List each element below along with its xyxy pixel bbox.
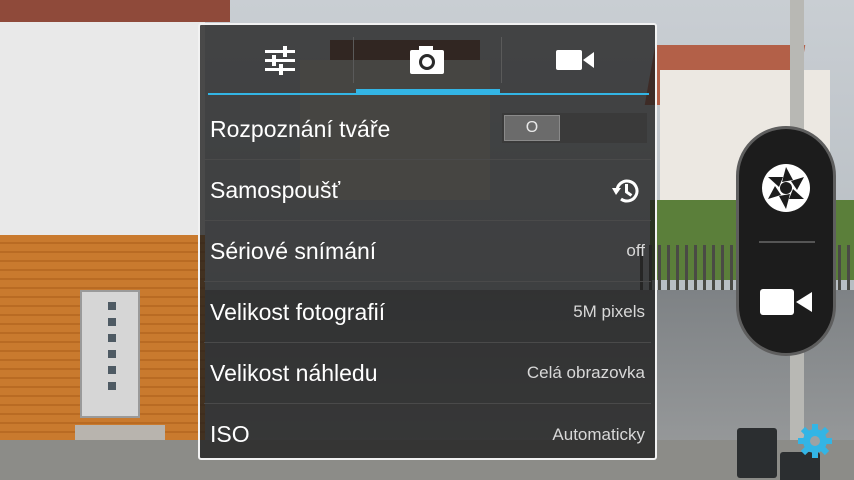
camera-icon [410,46,444,74]
camera-settings-panel: Rozpoznání tváře O Samospoušť Sériové sn… [198,23,657,460]
setting-value: Automaticky [552,424,645,444]
aperture-icon [762,164,810,212]
settings-tabs [200,25,655,97]
setting-value: Celá obrazovka [526,363,645,382]
video-camera-icon [760,289,812,315]
setting-label: Velikost fotografií [210,298,386,325]
viewfinder-door [80,290,140,418]
settings-list: Rozpoznání tváře O Samospoušť Sériové sn… [204,99,651,465]
tab-underline [208,93,649,95]
setting-label: Rozpoznání tváře [210,115,391,142]
setting-label: ISO [210,421,250,447]
tab-photo-settings[interactable] [354,37,500,83]
video-camera-icon [555,50,594,70]
setting-face-detection[interactable]: Rozpoznání tváře O [204,99,651,160]
setting-self-timer[interactable]: Samospoušť [204,160,651,221]
shutter-control [736,126,836,356]
setting-iso[interactable]: ISO Automaticky [204,404,651,465]
setting-label: Velikost náhledu [210,359,378,386]
viewfinder-wall [0,0,205,250]
setting-label: Sériové snímání [210,237,377,264]
shutter-divider [759,241,815,243]
take-photo-button[interactable] [739,143,833,233]
setting-photo-size[interactable]: Velikost fotografií 5M pixels [204,282,651,343]
viewfinder-roof [0,0,230,22]
setting-burst[interactable]: Sériové snímání off [204,221,651,282]
setting-value: 5M pixels [573,302,645,321]
setting-value: off [626,241,645,260]
settings-sliders-icon [265,46,295,75]
settings-gear-button[interactable] [796,422,834,464]
setting-label: Samospoušť [210,176,341,203]
toggle-knob: O [504,115,560,141]
tab-video-settings[interactable] [502,37,647,83]
timer-icon [612,179,639,203]
face-detection-toggle[interactable]: O [502,113,647,143]
viewfinder-bin [737,428,777,478]
setting-preview-size[interactable]: Velikost náhledu Celá obrazovka [204,343,651,404]
tab-general-settings[interactable] [208,37,352,83]
gear-icon [798,424,832,458]
record-video-button[interactable] [739,257,833,347]
